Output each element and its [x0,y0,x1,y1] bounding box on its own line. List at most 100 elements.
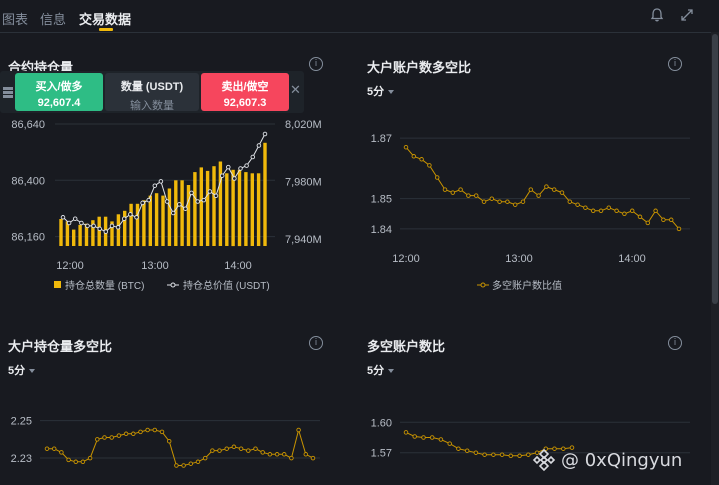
info-icon[interactable]: i [309,57,323,71]
y-tick-label: 1.85 [371,194,392,206]
bell-icon[interactable] [649,7,665,23]
close-icon[interactable]: ✕ [290,83,301,98]
data-point [508,453,514,459]
scrollbar-thumb[interactable] [712,34,718,304]
x-tick-label: 13:00 [505,253,533,265]
data-point [201,197,207,203]
volume-bar [78,224,82,246]
y-tick-label: 1.84 [371,224,392,236]
expand-icon[interactable] [679,7,695,23]
info-icon[interactable]: i [309,336,323,350]
data-point [224,446,229,451]
legend-line-marker [170,282,176,288]
data-point [559,190,565,195]
volume-bar [123,210,127,246]
data-point [622,211,627,217]
data-point [473,450,479,455]
data-point [140,200,145,206]
data-point [59,450,64,455]
data-point [60,215,66,220]
account-ratio-title: 多空账户数比 [367,339,446,354]
data-point [450,190,456,195]
buy-label: 买入/做多 [35,81,83,93]
data-point [661,217,666,223]
active-tab-indicator [99,28,113,31]
data-point [412,434,417,439]
data-point [473,193,479,198]
volume-bar [65,221,70,246]
data-point [44,446,50,451]
volume-bar [129,203,133,246]
top-account-ratio-title: 大户账户数多空比 [367,60,472,75]
volume-bar [256,173,261,246]
data-point [629,208,635,214]
quantity-input[interactable]: 数量 (USDT) 输入数量 [105,73,199,112]
data-point [109,435,114,440]
period-select[interactable]: 5分 [367,83,395,99]
volume-bar [180,180,184,246]
period-select[interactable]: 5分 [8,362,36,378]
data-point [109,223,115,229]
data-point [158,179,164,184]
chevron-down-icon [29,369,36,374]
data-point [102,435,107,440]
data-point [145,427,150,433]
data-point [177,202,182,207]
volume-bar [59,219,63,246]
x-tick-label: 12:00 [392,253,420,265]
drag-handle-icon[interactable]: ▬ ▬ ▬ [3,83,13,101]
series-line [47,428,314,466]
buy-long-button[interactable]: 买入/做多 92,607.4 [15,73,103,111]
data-point [85,223,90,229]
y-tick-label: 1.87 [371,133,392,145]
data-point [528,187,534,192]
data-point [489,196,495,201]
data-point [202,455,208,461]
data-point [526,452,531,457]
data-point [134,215,139,220]
watermark: @ 0xQingyun [531,447,682,473]
data-point [213,193,219,199]
tab-bar: 图表 信息 交易数据 [0,0,719,33]
info-icon[interactable]: i [668,57,682,71]
volume-bar [154,193,159,246]
y-right-tick-label: 8,020M [285,119,322,131]
data-point [128,212,133,217]
data-point [238,166,243,171]
data-point [256,143,262,148]
data-point [97,226,102,232]
data-point [637,214,643,220]
y-left-tick-label: 86,160 [11,232,45,244]
x-tick-label: 14:00 [618,253,646,265]
data-point [138,429,143,435]
tab-chart[interactable]: 图表 [2,9,28,28]
data-point [403,144,409,150]
data-point [676,226,682,232]
y-left-tick-label: 86,400 [11,175,45,187]
volume-bar [161,195,165,246]
tab-info[interactable]: 信息 [40,9,66,28]
legend-line-marker [480,282,486,288]
chevron-down-icon [388,369,395,374]
data-point [551,187,557,192]
data-point [419,157,424,162]
legend-line-label: 持仓总价值 (USDT) [183,279,270,292]
data-point [491,452,496,457]
volume-bar [263,142,267,246]
data-point [66,457,71,463]
data-point [159,429,165,435]
tab-trading-data[interactable]: 交易数据 [79,9,131,28]
data-point [274,452,280,457]
info-icon[interactable]: i [668,336,682,350]
volume-bar [84,223,89,246]
data-point [91,223,96,229]
sell-short-button[interactable]: 卖出/做空 92,607.3 [201,73,289,111]
data-point [296,427,301,433]
period-select[interactable]: 5分 [367,362,395,378]
volume-bar [205,170,210,246]
data-point [289,455,294,461]
data-point [505,199,510,204]
data-point [152,183,158,188]
volume-bar [212,166,216,246]
data-point [246,448,251,453]
